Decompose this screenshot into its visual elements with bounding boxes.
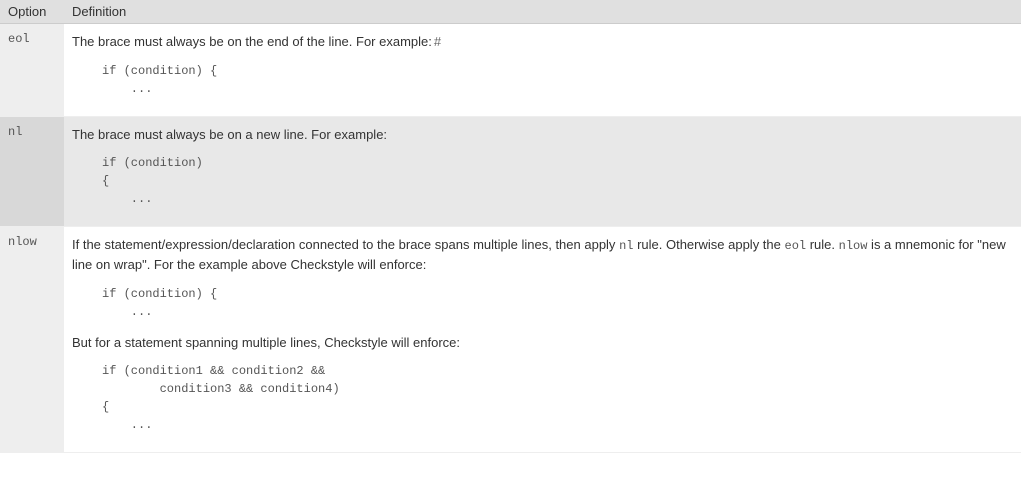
definition-cell: The brace must always be on the end of t… [64,24,1021,117]
option-code-nl: nl [0,116,64,227]
definition-text: The brace must always be on the end of t… [72,34,432,49]
option-code-eol: eol [0,24,64,117]
code-example: if (condition1 && condition2 && conditio… [102,362,1013,434]
table-row: nl The brace must always be on a new lin… [0,116,1021,227]
inline-code-eol: eol [785,239,807,253]
definition-text: The brace must always be on a new line. … [72,125,1013,145]
inline-code-nl: nl [619,239,633,253]
table-row: eol The brace must always be on the end … [0,24,1021,117]
definition-cell: If the statement/expression/declaration … [64,227,1021,453]
option-code-nlow: nlow [0,227,64,453]
table-row: nlow If the statement/expression/declara… [0,227,1021,453]
inline-code-nlow: nlow [839,239,868,253]
code-example: if (condition) { ... [102,285,1013,321]
text-span: If the statement/expression/declaration … [72,237,619,252]
anchor-link[interactable]: # [434,34,441,49]
definition-text-mid: But for a statement spanning multiple li… [72,333,1013,353]
header-definition: Definition [64,0,1021,24]
text-span: rule. Otherwise apply the [633,237,784,252]
code-example: if (condition) { ... [102,62,1013,98]
options-table: Option Definition eol The brace must alw… [0,0,1021,453]
code-example: if (condition) { ... [102,154,1013,208]
text-span: rule. [806,237,839,252]
definition-text: If the statement/expression/declaration … [72,235,1013,275]
definition-cell: The brace must always be on a new line. … [64,116,1021,227]
header-option: Option [0,0,64,24]
